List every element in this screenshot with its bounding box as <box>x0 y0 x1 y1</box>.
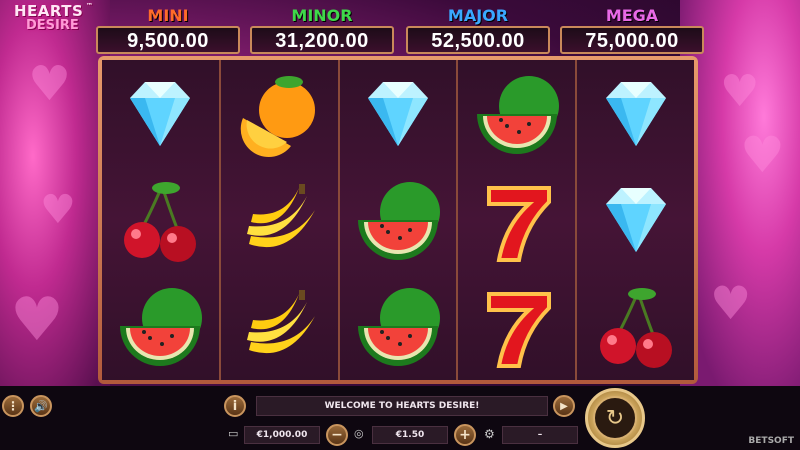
reel-grid <box>102 60 694 380</box>
jackpot-name: MINI <box>147 6 189 25</box>
spin-arrows-icon: ↻ <box>593 396 637 440</box>
heart-decoration: ♥ <box>40 187 76 233</box>
autoplay-field: – <box>502 426 578 444</box>
watermelon-icon <box>458 62 575 170</box>
balance-field: €1,000.00 <box>244 426 320 444</box>
reel-5 <box>577 60 694 380</box>
play-icon[interactable]: ▶ <box>553 395 575 417</box>
banana-icon <box>221 168 338 276</box>
jackpot-value: 9,500.00 <box>96 26 240 54</box>
jackpot-value: 52,500.00 <box>406 26 550 54</box>
cherry-icon <box>102 168 219 276</box>
jackpot-mega: MEGA 75,000.00 <box>560 6 704 56</box>
jackpot-name: MINOR <box>291 6 353 25</box>
watermelon-icon <box>102 274 219 382</box>
reel-4 <box>458 60 578 382</box>
plus-icon[interactable]: + <box>454 424 476 446</box>
diamond-icon <box>577 62 694 170</box>
diamond-icon <box>340 62 457 170</box>
watermelon-icon <box>340 274 457 382</box>
background-right-glow <box>680 0 800 390</box>
jackpot-mini: MINI 9,500.00 <box>96 6 240 56</box>
coins-icon: ◎ <box>354 427 364 440</box>
reel-2 <box>220 60 340 382</box>
seven-icon <box>458 168 575 276</box>
reel-3 <box>339 60 459 382</box>
diamond-icon <box>102 62 219 170</box>
game-logo: HEARTS ™ DESIRE <box>8 2 98 38</box>
bet-field: €1.50 <box>372 426 448 444</box>
logo-trademark: ™ <box>86 2 93 10</box>
reel-1 <box>102 60 221 380</box>
logo-title-line2: DESIRE <box>26 18 79 33</box>
menu-dots-icon[interactable]: ⋮ <box>2 395 24 417</box>
jackpot-minor: MINOR 31,200.00 <box>250 6 394 56</box>
heart-decoration: ♥ <box>740 126 785 184</box>
jackpot-name: MEGA <box>605 6 659 25</box>
wallet-icon: ▭ <box>228 427 239 440</box>
spin-button[interactable]: ↻ <box>585 388 645 448</box>
message-bar: WELCOME TO HEARTS DESIRE! <box>256 396 548 416</box>
banana-icon <box>221 274 338 382</box>
heart-decoration: ♥ <box>28 56 72 112</box>
minus-icon[interactable]: − <box>326 424 348 446</box>
seven-icon <box>458 274 575 382</box>
jackpot-value: 75,000.00 <box>560 26 704 54</box>
cherry-icon <box>577 274 694 382</box>
brand-logo: BETSOFT <box>748 436 794 446</box>
diamond-icon <box>577 168 694 276</box>
jackpot-value: 31,200.00 <box>250 26 394 54</box>
heart-decoration: ♥ <box>10 285 64 355</box>
jackpot-name: MAJOR <box>447 6 509 25</box>
autoplay-icon[interactable]: ⚙ <box>484 427 495 441</box>
speaker-icon[interactable]: 🔊 <box>30 395 52 417</box>
heart-decoration: ♥ <box>710 276 752 330</box>
orange-icon <box>221 62 338 170</box>
heart-decoration: ♥ <box>720 66 760 117</box>
watermelon-icon <box>340 168 457 276</box>
info-icon[interactable]: i <box>224 395 246 417</box>
jackpot-major: MAJOR 52,500.00 <box>406 6 550 56</box>
reel-frame <box>98 56 698 384</box>
